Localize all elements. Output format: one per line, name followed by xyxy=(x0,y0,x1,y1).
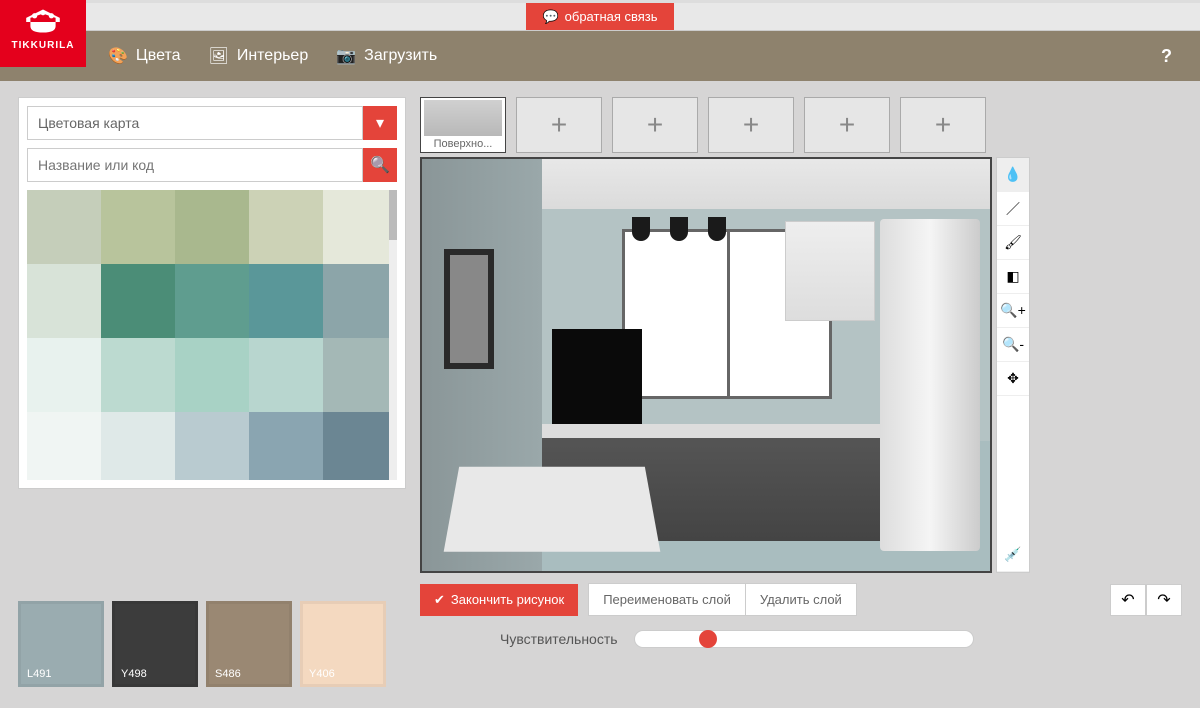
swatch-23[interactable] xyxy=(101,190,175,264)
camera-icon: 📷 xyxy=(336,46,356,66)
selected-colors-row: L491 Y498 S486 Y406 xyxy=(18,601,406,687)
surface-tabs: Поверхно... + + + + + xyxy=(420,97,1182,153)
brand-name: TIKKURILA xyxy=(12,40,75,51)
color-search-button[interactable]: 🔍 xyxy=(363,148,397,182)
selected-swatch-S486[interactable]: S486 xyxy=(206,601,292,687)
search-icon: 🔍 xyxy=(370,155,390,175)
preview-canvas[interactable] xyxy=(420,157,992,573)
selected-swatch-Y406[interactable]: Y406 xyxy=(300,601,386,687)
tool-line[interactable]: ／ xyxy=(997,192,1029,226)
swatch-16[interactable] xyxy=(249,264,323,338)
color-map-dropdown-button[interactable]: ▾ xyxy=(363,106,397,140)
plus-icon: + xyxy=(551,109,567,141)
redo-icon: ↷ xyxy=(1157,590,1170,610)
check-icon: ✔ xyxy=(434,592,445,608)
selected-swatch-L491[interactable]: L491 xyxy=(18,601,104,687)
tool-zoom-in[interactable]: 🔍+ xyxy=(997,294,1029,328)
color-search-input[interactable] xyxy=(27,148,363,182)
delete-layer-button[interactable]: Удалить слой xyxy=(746,584,856,615)
redo-button[interactable]: ↷ xyxy=(1146,584,1182,616)
swatch-scrollbar[interactable] xyxy=(389,190,397,480)
rename-layer-button[interactable]: Переименовать слой xyxy=(589,584,746,615)
sensitivity-slider[interactable] xyxy=(634,630,974,648)
swatch-22[interactable] xyxy=(175,190,249,264)
surface-tab-0[interactable]: Поверхно... xyxy=(420,97,506,153)
surface-thumb xyxy=(424,100,502,136)
swatch-11[interactable] xyxy=(249,338,323,412)
swatch-24[interactable] xyxy=(27,190,101,264)
help-button[interactable]: ? xyxy=(1161,46,1172,67)
swatch-19[interactable] xyxy=(27,264,101,338)
palette-icon: 🎨 xyxy=(108,46,128,66)
nav-colors[interactable]: 🎨 Цвета xyxy=(108,46,181,66)
brush-icon: 🖌 xyxy=(1004,234,1022,251)
swatch-7[interactable] xyxy=(175,412,249,480)
sensitivity-thumb[interactable] xyxy=(699,630,717,648)
swatch-9[interactable] xyxy=(27,412,101,480)
zoom-out-icon: 🔍- xyxy=(1002,336,1024,353)
undo-button[interactable]: ↶ xyxy=(1110,584,1146,616)
surface-add-4[interactable]: + xyxy=(804,97,890,153)
swatch-grid xyxy=(27,190,397,480)
swatch-17[interactable] xyxy=(175,264,249,338)
plus-icon: + xyxy=(743,109,759,141)
caret-down-icon: ▾ xyxy=(376,113,384,133)
plus-icon: + xyxy=(935,109,951,141)
chat-icon: 💬 xyxy=(542,9,558,25)
swatch-15[interactable] xyxy=(323,264,397,338)
nav-upload[interactable]: 📷 Загрузить xyxy=(336,46,437,66)
header: TIKKURILA 🎨 Цвета 🖼 Интерьер 📷 Загрузить… xyxy=(0,31,1200,81)
image-icon: 🖼 xyxy=(209,46,229,66)
swatch-10[interactable] xyxy=(323,338,397,412)
color-map-select[interactable]: Цветовая карта xyxy=(27,106,363,140)
surface-add-5[interactable]: + xyxy=(900,97,986,153)
plus-icon: + xyxy=(839,109,855,141)
tool-drop[interactable]: 💧 xyxy=(997,158,1029,192)
feedback-label: обратная связь xyxy=(565,9,658,24)
swatch-code: S486 xyxy=(215,668,241,680)
swatch-code: Y498 xyxy=(121,668,147,680)
swatch-21[interactable] xyxy=(249,190,323,264)
undo-icon: ↶ xyxy=(1121,590,1134,610)
eyedropper-icon: 💉 xyxy=(1004,546,1021,563)
tool-brush[interactable]: 🖌 xyxy=(997,226,1029,260)
move-icon: ✥ xyxy=(1007,370,1019,387)
eraser-icon: ◧ xyxy=(1006,268,1019,285)
swatch-14[interactable] xyxy=(27,338,101,412)
selected-swatch-Y498[interactable]: Y498 xyxy=(112,601,198,687)
tool-move[interactable]: ✥ xyxy=(997,362,1029,396)
swatch-code: Y406 xyxy=(309,668,335,680)
swatch-18[interactable] xyxy=(101,264,175,338)
line-icon: ／ xyxy=(1006,199,1020,219)
nav-interior[interactable]: 🖼 Интерьер xyxy=(209,46,309,66)
tool-eyedropper[interactable]: 💉 xyxy=(997,538,1029,572)
swatch-8[interactable] xyxy=(101,412,175,480)
tool-zoom-out[interactable]: 🔍- xyxy=(997,328,1029,362)
surface-add-2[interactable]: + xyxy=(612,97,698,153)
swatch-20[interactable] xyxy=(323,190,397,264)
swatch-13[interactable] xyxy=(101,338,175,412)
sensitivity-label: Чувствительность xyxy=(500,631,618,647)
finish-drawing-button[interactable]: ✔ Закончить рисунок xyxy=(420,584,578,616)
plus-icon: + xyxy=(647,109,663,141)
swatch-5[interactable] xyxy=(323,412,397,480)
brand-logo[interactable]: TIKKURILA xyxy=(0,0,86,67)
swatch-6[interactable] xyxy=(249,412,323,480)
tool-toolbar: 💧 ／ 🖌 ◧ 🔍+ 🔍- ✥ 💉 xyxy=(996,157,1030,573)
drop-icon: 💧 xyxy=(1004,166,1021,183)
zoom-in-icon: 🔍+ xyxy=(1000,302,1026,319)
swatch-12[interactable] xyxy=(175,338,249,412)
surface-tab-label: Поверхно... xyxy=(434,138,493,150)
surface-add-1[interactable]: + xyxy=(516,97,602,153)
tool-eraser[interactable]: ◧ xyxy=(997,260,1029,294)
feedback-button[interactable]: 💬 обратная связь xyxy=(526,3,673,30)
swatch-code: L491 xyxy=(27,668,51,680)
color-picker-panel: Цветовая карта ▾ 🔍 xyxy=(18,97,406,489)
surface-add-3[interactable]: + xyxy=(708,97,794,153)
